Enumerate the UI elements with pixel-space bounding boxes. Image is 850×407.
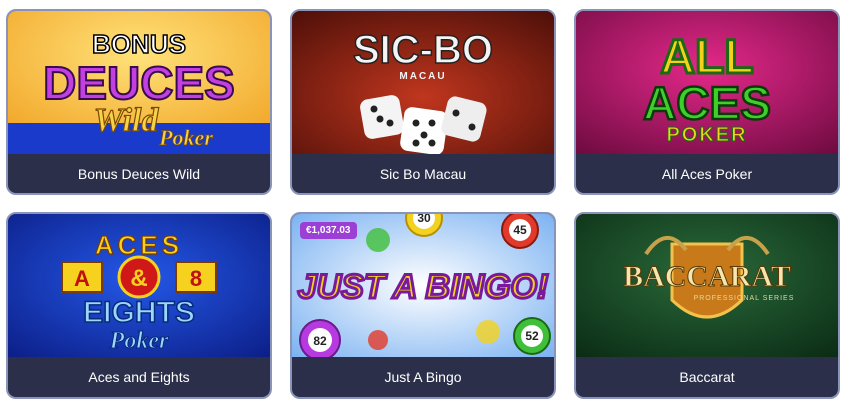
art-text: JUST A BINGO! xyxy=(298,268,549,306)
art-text: SIC-BO xyxy=(353,28,493,72)
art-text: 52 xyxy=(525,329,539,343)
art-text: Wild xyxy=(94,102,160,139)
game-thumbnail: 30 45 82 52 JUST A BINGO! €1,037.03 xyxy=(292,214,554,357)
art-text: Poker xyxy=(158,125,213,150)
art-text: & xyxy=(130,265,147,292)
art-text: 45 xyxy=(513,223,527,237)
art-text: BACCARAT xyxy=(623,260,791,293)
baccarat-art: BACCARAT PROFESSIONAL SERIES xyxy=(576,214,838,357)
game-title[interactable]: Sic Bo Macau xyxy=(292,154,554,193)
aces-and-eights-art: ACES A & 8 EIGHTS Poker xyxy=(8,214,270,357)
game-thumbnail: BONUS DEUCES Wild Poker xyxy=(8,11,270,154)
art-text: POKER xyxy=(666,124,747,146)
bonus-deuces-wild-art: BONUS DEUCES Wild Poker xyxy=(8,11,270,154)
game-grid: BONUS DEUCES Wild Poker Bonus Deuces Wil… xyxy=(6,9,840,399)
art-text: Poker xyxy=(109,328,169,354)
game-thumbnail: SIC-BO MACAU xyxy=(292,11,554,154)
art-text: BONUS xyxy=(92,29,186,59)
game-title[interactable]: Baccarat xyxy=(576,357,838,397)
art-text: A xyxy=(74,266,90,291)
art-text: MACAU xyxy=(399,71,446,82)
game-title[interactable]: Aces and Eights xyxy=(8,357,270,397)
game-card-bonus-deuces-wild[interactable]: BONUS DEUCES Wild Poker Bonus Deuces Wil… xyxy=(6,9,272,195)
all-aces-poker-art: ALL ACES POKER xyxy=(576,11,838,154)
art-text: PROFESSIONAL SERIES xyxy=(694,295,795,302)
art-text: 8 xyxy=(190,266,202,291)
art-text: 82 xyxy=(313,334,327,348)
game-title[interactable]: Just A Bingo xyxy=(292,357,554,397)
game-thumbnail: BACCARAT PROFESSIONAL SERIES xyxy=(576,214,838,357)
jackpot-badge: €1,037.03 xyxy=(300,222,357,239)
game-title[interactable]: All Aces Poker xyxy=(576,154,838,193)
game-card-sic-bo-macau[interactable]: SIC-BO MACAU Sic Bo Macau xyxy=(290,9,556,195)
art-text: EIGHTS xyxy=(83,296,195,329)
game-title[interactable]: Bonus Deuces Wild xyxy=(8,154,270,193)
game-card-baccarat[interactable]: BACCARAT PROFESSIONAL SERIES Baccarat xyxy=(574,212,840,399)
sic-bo-macau-art: SIC-BO MACAU xyxy=(292,11,554,154)
game-card-all-aces-poker[interactable]: ALL ACES POKER All Aces Poker xyxy=(574,9,840,195)
art-text: 30 xyxy=(417,214,431,225)
art-text: ACES xyxy=(643,77,771,129)
game-card-aces-and-eights[interactable]: ACES A & 8 EIGHTS Poker Aces and Eights xyxy=(6,212,272,399)
game-thumbnail: ACES A & 8 EIGHTS Poker xyxy=(8,214,270,357)
game-thumbnail: ALL ACES POKER xyxy=(576,11,838,154)
game-card-just-a-bingo[interactable]: 30 45 82 52 JUST A BINGO! €1,037.03 Just… xyxy=(290,212,556,399)
